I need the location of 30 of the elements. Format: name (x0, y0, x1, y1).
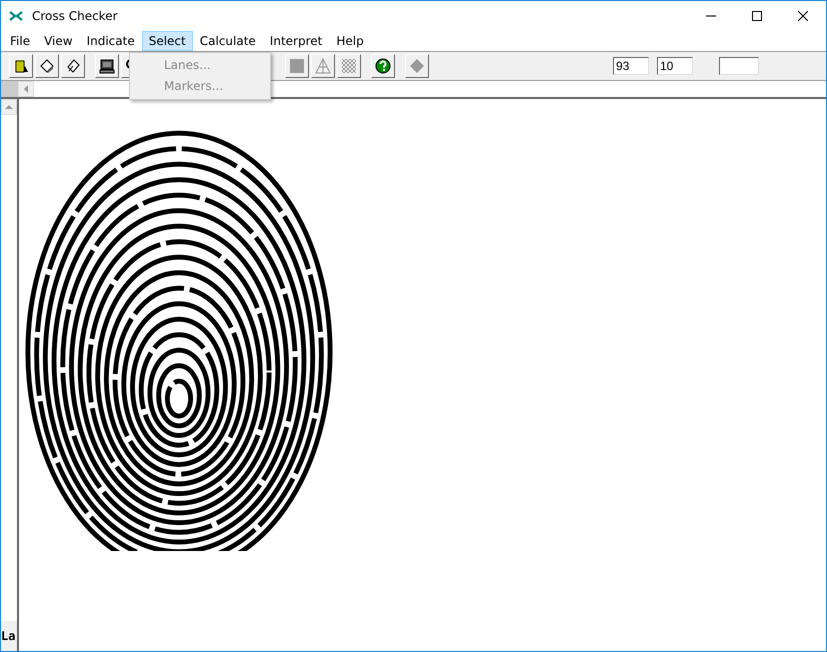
scroll-corner (1, 81, 18, 97)
monitor-icon (99, 58, 115, 74)
toolbar-button[interactable] (61, 54, 85, 78)
number-field[interactable]: 93 (613, 57, 649, 75)
left-arrow-icon (23, 85, 29, 93)
sheets-icon (13, 58, 29, 74)
menu-item[interactable]: File (3, 31, 38, 51)
up-arrow-icon (5, 104, 13, 110)
checkerboard-icon (341, 58, 357, 74)
input-field[interactable] (719, 57, 759, 75)
toolbar-button[interactable] (35, 54, 59, 78)
window-title: Cross Checker (32, 9, 118, 23)
menu-item[interactable]: Select (142, 31, 193, 51)
menu-item[interactable]: Help (329, 31, 371, 51)
app-icon (9, 11, 23, 21)
number-field[interactable]: 10 (657, 57, 693, 75)
square-icon (289, 58, 305, 74)
toolbar-button[interactable] (9, 54, 33, 78)
eraser-icon (39, 58, 55, 74)
toolbar-button[interactable] (95, 54, 119, 78)
menu-item[interactable]: Indicate (80, 31, 142, 51)
triangle-icon (315, 58, 331, 74)
menu-item[interactable]: Interpret (262, 31, 330, 51)
menu-item[interactable]: View (37, 31, 80, 51)
menu-item[interactable]: Calculate (192, 31, 263, 51)
help-icon (375, 58, 391, 74)
lane-label: La (1, 621, 17, 651)
help-button[interactable] (371, 54, 395, 78)
diamond-icon (409, 58, 425, 74)
pencil-eraser-icon (65, 58, 81, 74)
